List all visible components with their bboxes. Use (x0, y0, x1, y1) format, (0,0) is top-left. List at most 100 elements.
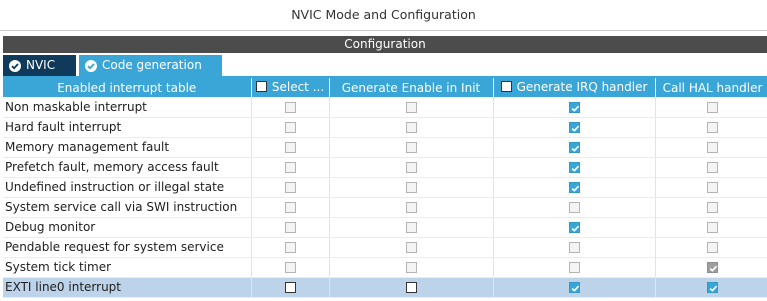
interrupt-name: Undefined instruction or illegal state (3, 177, 252, 198)
select-checkbox[interactable] (284, 142, 296, 153)
check-circle-icon (85, 59, 97, 72)
select-checkbox-cell (251, 137, 330, 158)
column-header-irq-handler[interactable]: Generate IRQ handler (493, 78, 656, 97)
table-row[interactable]: System tick timer (3, 257, 767, 278)
irq-handler-checkbox[interactable] (568, 222, 580, 233)
enable-init-checkbox[interactable] (405, 222, 417, 233)
enable-init-checkbox-cell (329, 117, 494, 138)
select-checkbox[interactable] (284, 222, 296, 233)
select-checkbox[interactable] (284, 162, 296, 173)
irq-handler-checkbox-cell (493, 257, 656, 278)
enable-init-checkbox[interactable] (405, 162, 417, 173)
configuration-section-header: Configuration (3, 36, 767, 53)
irq-handler-checkbox[interactable] (568, 262, 580, 273)
irq-handler-checkbox[interactable] (568, 101, 580, 113)
hal-handler-checkbox[interactable] (707, 182, 718, 193)
enable-init-checkbox[interactable] (405, 142, 417, 153)
interrupt-name: Hard fault interrupt (3, 117, 252, 138)
hal-handler-checkbox-cell (655, 277, 767, 298)
tab-code-generation-label: Code generation (102, 58, 202, 72)
hal-handler-checkbox-cell (655, 237, 767, 258)
select-checkbox-cell (251, 197, 330, 218)
column-header-interrupt[interactable]: Enabled interrupt table (3, 78, 252, 97)
enable-init-checkbox[interactable] (405, 262, 417, 273)
title-divider (0, 30, 767, 31)
table-row[interactable]: Undefined instruction or illegal state (3, 177, 767, 198)
irq-handler-checkbox-cell (493, 277, 656, 298)
enable-init-checkbox[interactable] (405, 182, 417, 193)
select-checkbox-cell (251, 257, 330, 278)
hal-handler-checkbox-cell (655, 117, 767, 138)
column-header-hal-handler[interactable]: Call HAL handler (655, 78, 767, 97)
select-checkbox-cell (251, 157, 330, 178)
irq-handler-checkbox-cell (493, 157, 656, 178)
select-checkbox-cell (251, 217, 330, 238)
irq-handler-checkbox-cell (493, 197, 656, 218)
table-row[interactable]: Memory management fault (3, 137, 767, 158)
hal-handler-checkbox[interactable] (707, 162, 718, 173)
check-circle-icon (9, 59, 21, 72)
window-title: NVIC Mode and Configuration (0, 0, 767, 30)
irq-handler-checkbox-cell (493, 97, 656, 118)
hal-handler-checkbox[interactable] (707, 122, 718, 133)
hal-handler-checkbox-cell (655, 97, 767, 118)
table-row[interactable]: Pendable request for system service (3, 237, 767, 258)
select-checkbox-cell (251, 117, 330, 138)
hal-handler-checkbox[interactable] (707, 142, 718, 153)
table-row[interactable]: Debug monitor (3, 217, 767, 238)
hal-handler-checkbox-cell (655, 197, 767, 218)
column-header-enable-init[interactable]: Generate Enable in Init (329, 78, 494, 97)
table-row[interactable]: EXTI line0 interrupt (3, 277, 767, 298)
enable-init-checkbox-cell (329, 277, 494, 298)
table-row[interactable]: Prefetch fault, memory access fault (3, 157, 767, 178)
select-checkbox[interactable] (284, 262, 296, 273)
irq-handler-checkbox[interactable] (568, 182, 580, 193)
interrupt-name: EXTI line0 interrupt (3, 277, 252, 298)
enable-init-checkbox-cell (329, 237, 494, 258)
enable-init-checkbox-cell (329, 157, 494, 178)
select-checkbox[interactable] (284, 122, 296, 133)
select-checkbox-cell (251, 277, 330, 298)
enable-init-checkbox[interactable] (405, 282, 417, 293)
select-checkbox[interactable] (284, 202, 296, 213)
table-row[interactable]: Non maskable interrupt (3, 97, 767, 118)
table-row[interactable]: Hard fault interrupt (3, 117, 767, 138)
hal-handler-checkbox[interactable] (707, 222, 718, 233)
select-checkbox[interactable] (284, 182, 296, 193)
hal-handler-checkbox[interactable] (707, 202, 718, 213)
irq-handler-checkbox-cell (493, 117, 656, 138)
tab-nvic-label: NVIC (26, 58, 56, 72)
select-all-checkbox[interactable] (255, 81, 267, 93)
enable-init-checkbox[interactable] (405, 122, 417, 133)
interrupt-name: Memory management fault (3, 137, 252, 158)
irq-handler-checkbox[interactable] (568, 282, 580, 293)
irq-handler-checkbox[interactable] (568, 202, 580, 213)
irq-handler-checkbox-cell (493, 217, 656, 238)
tab-nvic[interactable]: NVIC (3, 55, 76, 76)
select-checkbox[interactable] (284, 101, 296, 113)
irq-handler-checkbox[interactable] (568, 142, 580, 153)
irq-handler-checkbox[interactable] (568, 242, 580, 253)
irq-handler-checkbox[interactable] (568, 162, 580, 173)
select-checkbox[interactable] (284, 282, 296, 293)
enable-init-checkbox[interactable] (405, 202, 417, 213)
irq-handler-checkbox-cell (493, 237, 656, 258)
interrupt-name: Pendable request for system service (3, 237, 252, 258)
hal-handler-checkbox (707, 262, 718, 273)
hal-handler-checkbox-cell (655, 177, 767, 198)
hal-handler-checkbox[interactable] (707, 101, 718, 113)
irq-handler-checkbox[interactable] (568, 122, 580, 133)
hal-handler-checkbox[interactable] (707, 282, 718, 293)
interrupt-name: System service call via SWI instruction (3, 197, 252, 218)
enable-init-checkbox[interactable] (405, 242, 417, 253)
irq-handler-all-checkbox[interactable] (500, 81, 512, 93)
hal-handler-checkbox[interactable] (707, 242, 718, 253)
select-checkbox[interactable] (284, 242, 296, 253)
enable-init-checkbox-cell (329, 197, 494, 218)
hal-handler-checkbox-cell (655, 217, 767, 238)
tab-code-generation[interactable]: Code generation (79, 55, 222, 76)
enable-init-checkbox[interactable] (405, 101, 417, 113)
column-header-select[interactable]: Select ... (251, 78, 330, 97)
select-checkbox-cell (251, 237, 330, 258)
table-row[interactable]: System service call via SWI instruction (3, 197, 767, 218)
